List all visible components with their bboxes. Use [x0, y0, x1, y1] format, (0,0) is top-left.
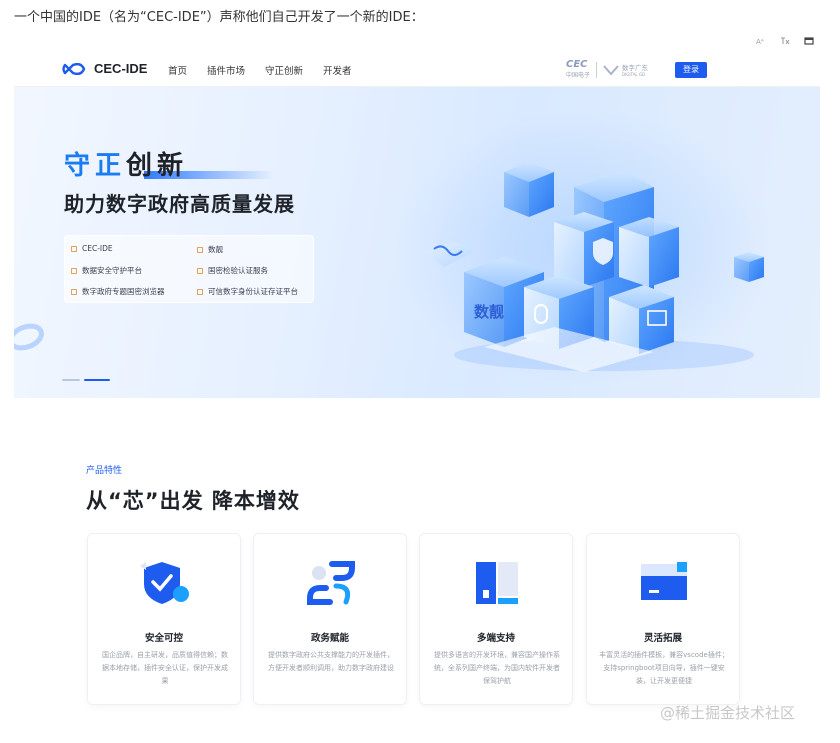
- feature-card-multiplatform[interactable]: 多端支持 提供多语言的开发环境，兼容国产操作系统，全系列国产终端，为国内软件开发…: [419, 533, 573, 705]
- card-title: 多端支持: [476, 633, 515, 644]
- decor-ring-icon: [14, 323, 44, 351]
- digital-gd-icon: [603, 64, 619, 76]
- shield-check-icon: [140, 562, 189, 604]
- feature-item[interactable]: 国密检验认证服务: [197, 265, 268, 276]
- site-navbar: CEC-IDE 首页 插件市场 守正创新 开发者 CEC 中国电子 数字广东 D…: [14, 51, 820, 87]
- nav-link-home[interactable]: 首页: [168, 63, 187, 77]
- feature-bullet-icon: [71, 245, 77, 252]
- card-description: 提供数字政府公共支撑能力的开发插件，方便开发者顺利调用，助力数字政府建设: [268, 651, 394, 672]
- card-description: 丰富灵活的插件模板，兼容vscode插件；支持springboot项目向导，插件…: [599, 651, 729, 685]
- brand-logo[interactable]: CEC-IDE: [62, 61, 147, 76]
- feature-item[interactable]: CEC-IDE: [71, 244, 113, 253]
- digital-gd-logo: 数字广东 DIGITAL GD: [603, 62, 648, 77]
- feature-label: 国密检验认证服务: [208, 266, 268, 275]
- nav-links: 首页 插件市场 守正创新 开发者: [168, 63, 352, 77]
- feature-bullet-icon: [197, 246, 203, 253]
- card-title: 灵活拓展: [643, 633, 682, 644]
- cube-label-text: 数靓: [474, 303, 504, 321]
- svg-text:Aᴬ: Aᴬ: [756, 38, 764, 45]
- digital-gd-subtext: DIGITAL GD: [622, 72, 646, 77]
- feature-bullet-icon: [197, 288, 203, 295]
- digital-gd-text: 数字广东: [622, 64, 649, 72]
- extension-window-icon: [641, 562, 687, 600]
- hero-feature-list: CEC-IDE 数靓 数据安全守护平台 国密检验认证服务 数字政府专题国密浏览器…: [64, 235, 314, 303]
- hero-title-dark: 创新: [126, 151, 189, 181]
- card-title: 政务赋能: [310, 633, 349, 644]
- website-screenshot: Aᴬ CEC-IDE 首页 插件市场 守正创新 开发者 CEC 中国电子 数字广…: [14, 33, 820, 743]
- hero-subtitle: 助力数字政府高质量发展: [64, 192, 295, 216]
- feature-label: CEC-IDE: [82, 244, 113, 253]
- card-description: 国企品牌，自主研发，品质值得信赖；数据本地存储，插件安全认证，保护开发成果: [102, 651, 228, 685]
- nav-link-plugins[interactable]: 插件市场: [207, 63, 245, 77]
- brand-name: CEC-IDE: [94, 61, 148, 76]
- feature-bullet-icon: [197, 267, 203, 274]
- partner-logos: CEC 中国电子 数字广东 DIGITAL GD: [566, 59, 648, 80]
- translate-icon[interactable]: [780, 37, 790, 48]
- carousel-dot-active[interactable]: [84, 379, 110, 381]
- feature-label: 数字政府专题国密浏览器: [82, 287, 165, 296]
- feature-card-security[interactable]: 安全可控 国企品牌，自主研发，品质值得信赖；数据本地存储，插件安全认证，保护开发…: [87, 533, 241, 705]
- partner-divider: [596, 61, 598, 78]
- feature-item[interactable]: 数靓: [197, 244, 223, 255]
- image-toolbar: Aᴬ: [756, 37, 814, 48]
- feature-card-government[interactable]: 政务赋能 提供数字政府公共支撑能力的开发插件，方便开发者顺利调用，助力数字政府建…: [253, 533, 407, 705]
- login-button[interactable]: 登录: [675, 62, 707, 78]
- feature-label: 可信数字身份认证存证平台: [208, 287, 298, 296]
- section-title: 从“芯”出发 降本增效: [86, 489, 300, 513]
- carousel-dot[interactable]: [62, 379, 80, 381]
- card-description: 提供多语言的开发环境，兼容国产操作系统，全系列国产终端，为国内软件开发者保驾护航: [434, 651, 560, 685]
- hero-banner: 守正创新 助力数字政府高质量发展 CEC-IDE 数靓 数据安全守护平台 国密检…: [14, 87, 820, 398]
- cec-logo-subtext: 中国电子: [566, 72, 591, 79]
- feature-item[interactable]: 可信数字身份认证存证平台: [197, 286, 298, 297]
- nav-link-innovation[interactable]: 守正创新: [265, 63, 303, 77]
- cec-logo: CEC 中国电子: [566, 59, 591, 80]
- card-title: 安全可控: [144, 633, 183, 644]
- feature-item[interactable]: 数字政府专题国密浏览器: [71, 286, 165, 297]
- section-tag: 产品特性: [86, 466, 123, 476]
- government-s-icon: [307, 561, 355, 605]
- feature-label: 数靓: [208, 245, 223, 254]
- nav-link-developers[interactable]: 开发者: [323, 63, 352, 77]
- feature-item[interactable]: 数据安全守护平台: [71, 265, 142, 276]
- watermark: @稀土掘金技术社区: [660, 704, 796, 722]
- hero-title: 守正创新: [64, 145, 188, 182]
- infinity-logo-icon: [62, 62, 86, 75]
- cube-illustration: 数靓: [424, 162, 764, 372]
- carousel-indicators: [62, 379, 110, 381]
- hero-title-blue: 守正: [64, 151, 127, 181]
- cec-logo-text: CEC: [566, 59, 588, 70]
- feature-label: 数据安全守护平台: [82, 266, 142, 275]
- feature-bullet-icon: [71, 267, 77, 274]
- feature-bullet-icon: [71, 288, 77, 295]
- fullscreen-icon[interactable]: [804, 37, 814, 48]
- text-size-icon[interactable]: Aᴬ: [756, 37, 766, 48]
- multi-device-icon: [476, 562, 518, 604]
- post-text: 一个中国的IDE（名为“CEC-IDE”）声称他们自己开发了一个新的IDE：: [14, 10, 424, 25]
- feature-card-extensible[interactable]: 灵活拓展 丰富灵活的插件模板，兼容vscode插件；支持springboot项目…: [586, 533, 740, 705]
